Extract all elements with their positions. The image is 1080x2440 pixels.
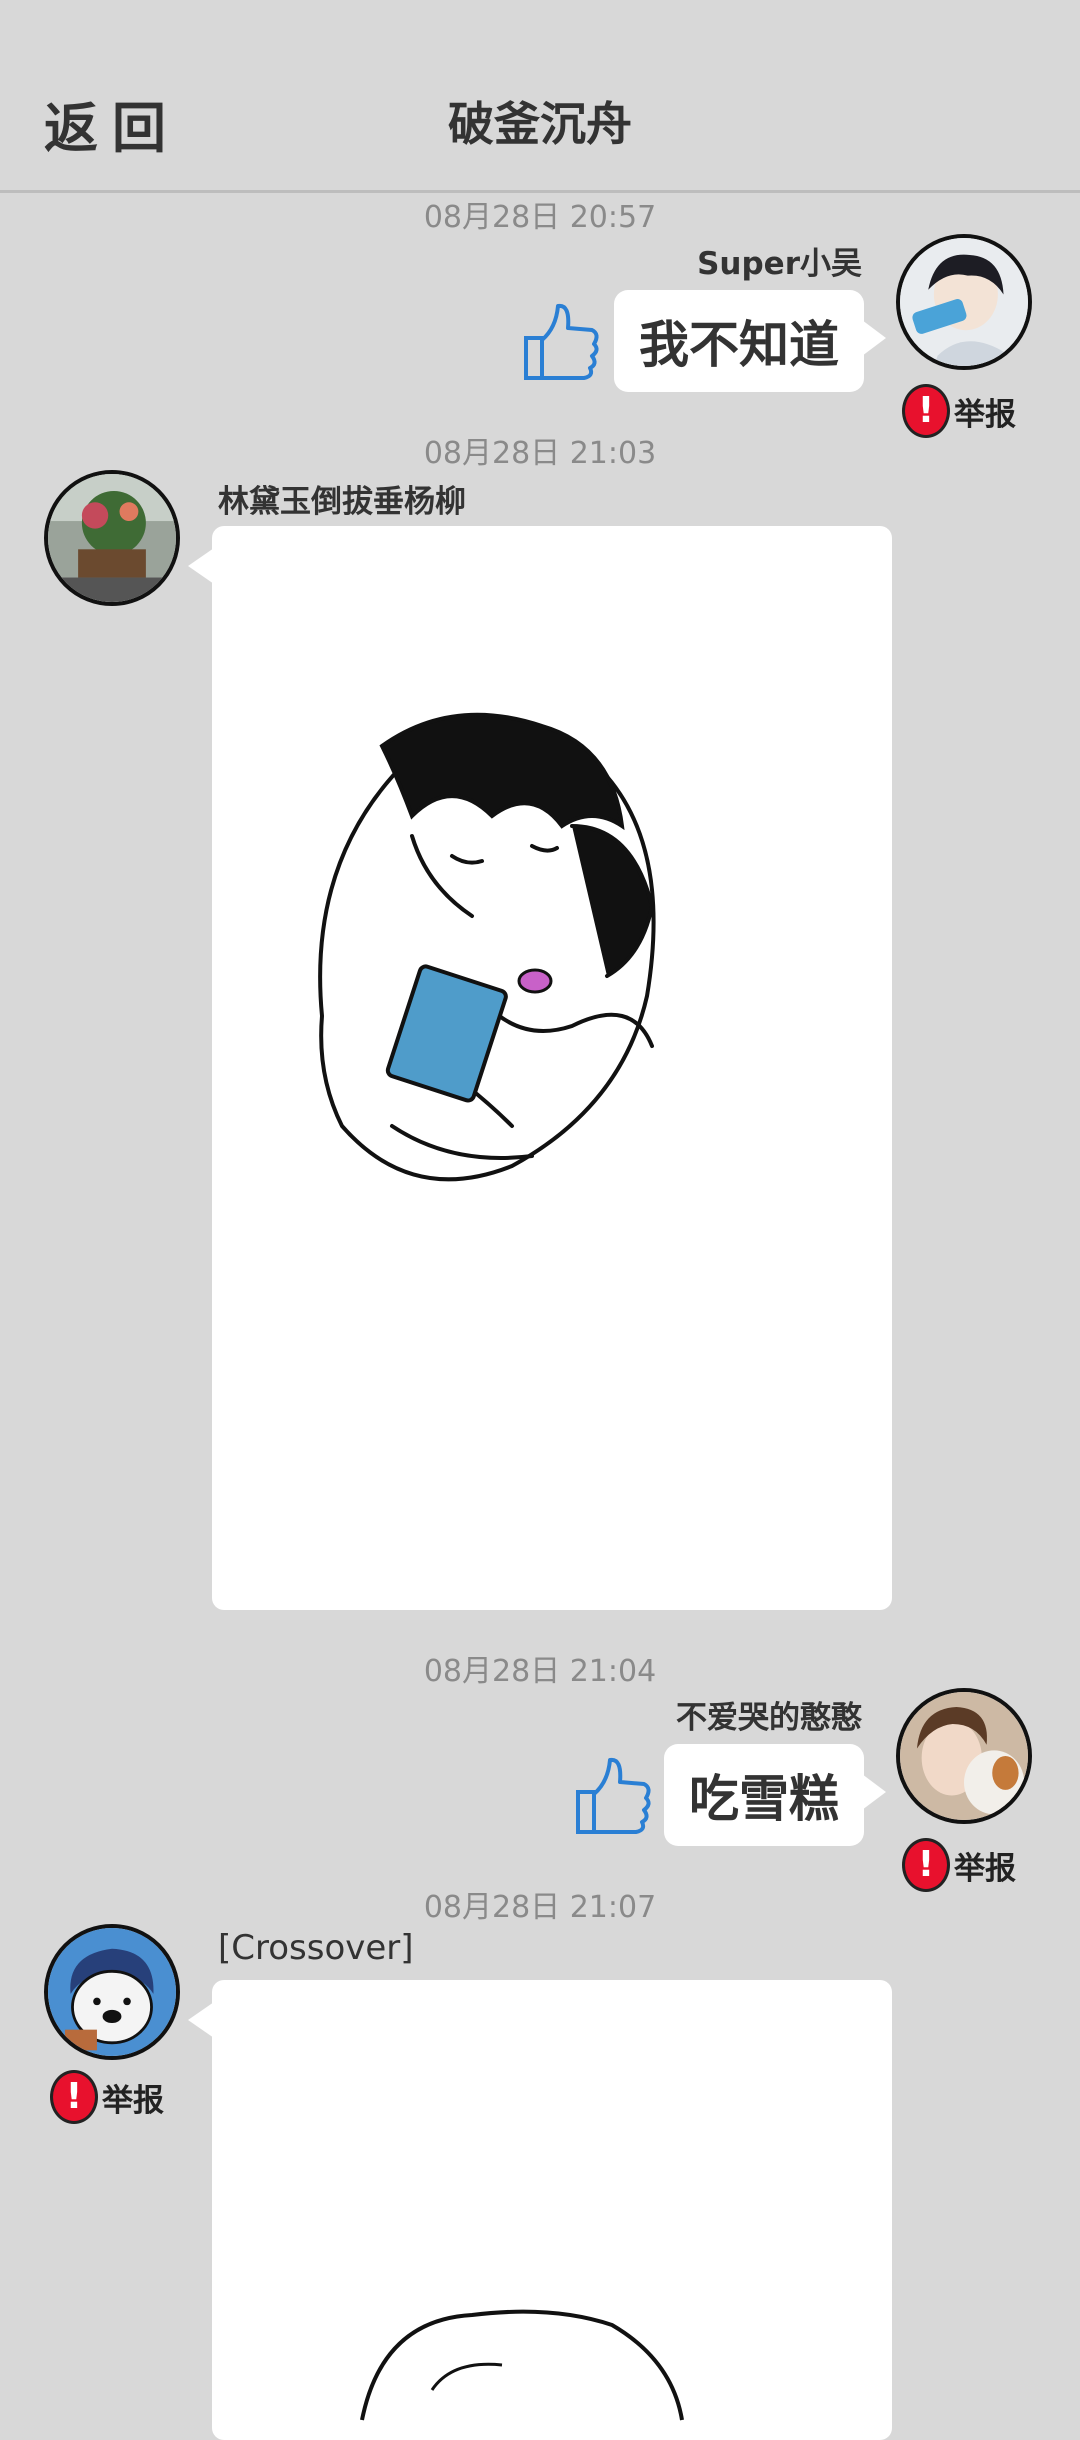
sender-name: 林黛玉倒拔垂杨柳 (218, 484, 466, 520)
image-message[interactable] (188, 1980, 892, 2440)
message-timestamp: 08月28日 21:04 (423, 1654, 657, 1689)
image-message[interactable] (188, 526, 892, 1610)
report-label: 举报 (102, 2082, 164, 2119)
sketch-drawing (360, 2309, 684, 2421)
message-text: 吃雪糕 (689, 1770, 839, 1828)
thumbs-up-icon[interactable] (572, 1752, 652, 1838)
report-button[interactable]: ! 举报 (50, 2070, 164, 2124)
message-bubble[interactable]: 我不知道 (614, 290, 886, 392)
report-label: 举报 (954, 396, 1016, 433)
sketch-girl-eating-popsicle (318, 712, 656, 1182)
message-timestamp: 08月28日 21:03 (423, 436, 657, 471)
sender-name: 不爱哭的憨憨 (676, 1700, 862, 1736)
exclamation-icon: ! (50, 2070, 98, 2124)
message-timestamp: 08月28日 20:57 (423, 200, 657, 235)
anime-boy-popsicle-avatar[interactable] (896, 234, 1032, 370)
sender-name: Super小吴 (697, 246, 862, 282)
sender-name: [Crossover] (218, 1928, 414, 1968)
message-text: 我不知道 (639, 316, 839, 374)
thumbs-up-icon[interactable] (520, 298, 600, 384)
top-bar: 返回 破釜沉舟 (0, 0, 1080, 193)
message-bubble[interactable]: 吃雪糕 (664, 1744, 886, 1846)
polar-bear-cartoon-avatar[interactable] (44, 1924, 180, 2060)
message-timestamp: 08月28日 21:07 (423, 1890, 657, 1925)
chat-title: 破釜沉舟 (448, 97, 632, 151)
flower-cart-photo-avatar[interactable] (44, 470, 180, 606)
report-label: 举报 (954, 1850, 1016, 1887)
girl-with-dog-photo-avatar[interactable] (896, 1688, 1032, 1824)
